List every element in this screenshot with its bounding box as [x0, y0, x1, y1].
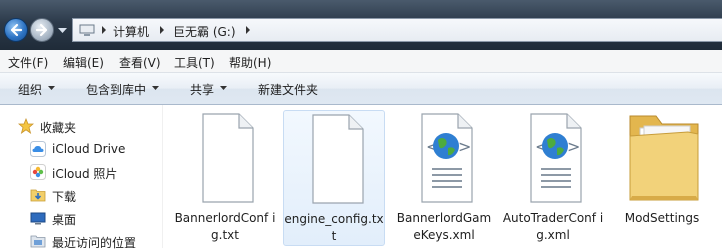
nav-item-label: 桌面 — [52, 213, 77, 227]
svg-text:>: > — [458, 137, 471, 156]
file-item-engine-config-txt[interactable]: engine_config.tx t — [283, 110, 385, 246]
share-chevron-down-icon[interactable] — [220, 86, 227, 90]
nav-item-icloud-drive[interactable]: iCloud Drive — [0, 138, 160, 160]
svg-text:>: > — [567, 137, 580, 156]
organize-button[interactable]: 组织 — [18, 81, 42, 98]
file-item-bannerlordconfig-txt[interactable]: BannerlordConf ig.txt — [174, 110, 276, 246]
address-bar-row: 计算机 巨无霸 (G:) — [0, 0, 722, 50]
menu-tools[interactable]: 工具(T) — [174, 54, 215, 71]
nav-favorites-label: 收藏夹 — [40, 121, 77, 135]
file-name: engine_config.tx t — [284, 212, 384, 243]
share-button[interactable]: 共享 — [190, 81, 214, 98]
menu-edit[interactable]: 编辑(E) — [63, 54, 104, 71]
menu-help[interactable]: 帮助(H) — [229, 54, 271, 71]
recent-pages-chevron-down-icon[interactable] — [58, 28, 67, 34]
file-item-modsettings-folder[interactable]: ModSettings — [611, 110, 713, 246]
arrow-left-icon — [10, 23, 23, 37]
nav-item-desktop[interactable]: 桌面 — [0, 207, 160, 229]
desktop-icon — [30, 212, 46, 225]
recent-places-icon — [30, 235, 46, 248]
computer-icon — [79, 24, 95, 36]
text-document-icon — [312, 114, 364, 204]
new-folder-button[interactable]: 新建文件夹 — [258, 81, 318, 98]
command-bar: 组织 包含到库中 共享 新建文件夹 — [0, 73, 722, 105]
navigation-pane: 收藏夹 iCloud Drive iCloud 照片 下载 桌面 最近访问的位置 — [0, 105, 160, 250]
nav-item-label: iCloud Drive — [52, 142, 126, 156]
menu-bar: 文件(F) 编辑(E) 查看(V) 工具(T) 帮助(H) — [0, 50, 722, 73]
nav-item-icloud-photos[interactable]: iCloud 照片 — [0, 161, 160, 183]
file-name: ModSettings — [624, 211, 700, 225]
pane-splitter[interactable] — [162, 105, 163, 248]
star-icon — [18, 118, 34, 134]
menu-file[interactable]: 文件(F) — [8, 54, 48, 71]
nav-item-label: 下载 — [52, 190, 77, 204]
text-document-icon — [202, 113, 254, 203]
icloud-photos-icon — [30, 164, 46, 180]
arrow-right-icon — [35, 23, 48, 37]
nav-item-downloads[interactable]: 下载 — [0, 184, 160, 206]
breadcrumb-separator-icon[interactable] — [101, 25, 107, 35]
breadcrumb-drive-g[interactable]: 巨无霸 (G:) — [173, 23, 236, 40]
forward-button[interactable] — [30, 18, 54, 42]
nav-favorites[interactable]: 收藏夹 — [0, 115, 160, 137]
nav-item-label: 最近访问的位置 — [52, 236, 137, 250]
breadcrumb-separator-icon[interactable] — [245, 25, 251, 35]
file-name: BannerlordConf ig.txt — [174, 211, 276, 242]
file-item-autotraderconfig-xml[interactable]: < > AutoTraderConf ig.xml — [502, 110, 604, 246]
breadcrumb-separator-icon[interactable] — [159, 25, 165, 35]
file-name: BannerlordGam eKeys.xml — [396, 211, 492, 242]
file-name: AutoTraderConf ig.xml — [502, 211, 604, 242]
folder-icon — [629, 115, 699, 201]
breadcrumb-computer[interactable]: 计算机 — [113, 23, 149, 40]
menu-view[interactable]: 查看(V) — [119, 54, 161, 71]
xml-document-globe-icon: < > — [530, 113, 582, 203]
include-in-library-chevron-down-icon[interactable] — [152, 86, 159, 90]
back-button[interactable] — [4, 18, 28, 42]
icloud-drive-icon — [30, 141, 46, 157]
downloads-icon — [30, 189, 46, 202]
address-box[interactable]: 计算机 巨无霸 (G:) — [72, 18, 722, 42]
file-item-bannerlordgamekeys-xml[interactable]: < > BannerlordGam eKeys.xml — [393, 110, 495, 246]
nav-item-recent-places[interactable]: 最近访问的位置 — [0, 230, 160, 252]
include-in-library-button[interactable]: 包含到库中 — [86, 81, 146, 98]
nav-item-label: iCloud 照片 — [52, 167, 118, 181]
organize-chevron-down-icon[interactable] — [48, 86, 55, 90]
xml-document-globe-icon: < > — [421, 113, 473, 203]
